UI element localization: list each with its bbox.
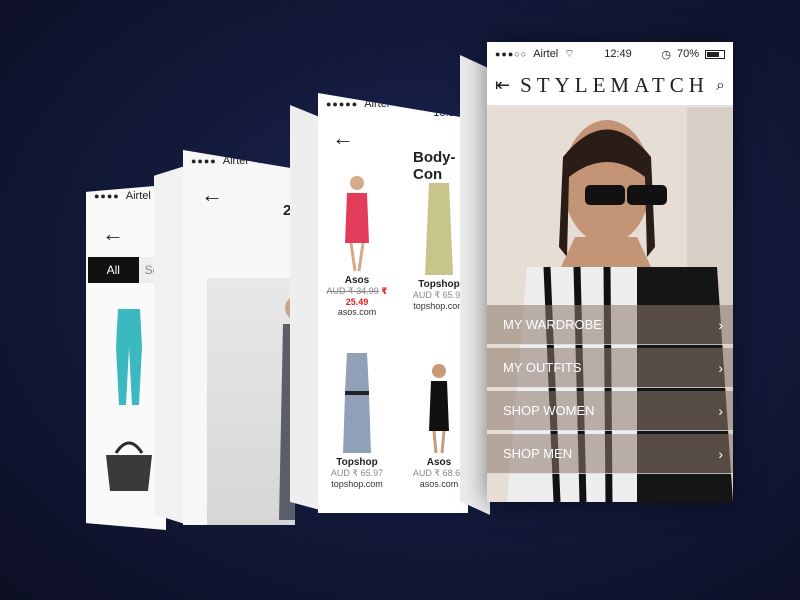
- chevron-right-icon: ›: [718, 445, 723, 462]
- page-title: Body-Con: [413, 149, 456, 183]
- menu-item-my-wardrobe[interactable]: MY WARDROBE ›: [487, 305, 733, 345]
- dress-image: [345, 176, 369, 272]
- old-price: AUD ₹ 34.99: [326, 286, 379, 296]
- product-name: Asos: [426, 457, 452, 468]
- menu-item-shop-women[interactable]: SHOP WOMEN ›: [487, 391, 733, 431]
- showcase-stage: ●●●● Airtel ← All Sea ●●●● Airtel ⌔ 12:5…: [0, 0, 800, 600]
- clock: 12:49: [604, 48, 632, 60]
- status-bar: ●●●●● Airtel ⌔ 13:11: [318, 93, 468, 119]
- logout-icon[interactable]: ⇤: [495, 75, 510, 96]
- clock: 12:5: [270, 155, 292, 167]
- tab-all[interactable]: All: [88, 257, 139, 283]
- store-name: asos.com: [419, 479, 459, 489]
- product-name: Topshop: [336, 457, 378, 468]
- battery-level: 70%: [676, 48, 699, 60]
- alarm-icon: ◷: [661, 48, 671, 61]
- carrier-label: Airtel: [125, 190, 151, 202]
- handbag-image[interactable]: [102, 433, 156, 493]
- product-name: Topshop: [418, 279, 460, 290]
- screen-home: ●●●○○ Airtel ⌔ 12:49 ◷ 70% ⇤ STYLEMATCH …: [487, 42, 733, 502]
- screen-sheet-2: [290, 105, 320, 510]
- status-bar: ●●●● Airtel ⌔ 12:5: [183, 150, 295, 172]
- dress-image: [343, 353, 371, 453]
- chevron-right-icon: ›: [718, 402, 723, 419]
- product-card[interactable]: Asos AUD ₹ 34.99 ₹ 25.49 asos.com: [320, 173, 394, 317]
- search-icon[interactable]: ⌕: [716, 77, 725, 95]
- product-card[interactable]: Topshop AUD ₹ 65.97 topshop.com: [402, 181, 468, 311]
- menu-item-my-outfits[interactable]: MY OUTFITS ›: [487, 348, 733, 388]
- signal-dots-icon: ●●●○○: [495, 49, 528, 59]
- wifi-icon: ⌔: [395, 98, 406, 110]
- carrier-label: Airtel: [222, 155, 248, 167]
- carrier-label: Airtel: [533, 48, 559, 60]
- menu-label: MY WARDROBE: [503, 317, 602, 332]
- menu-label: SHOP MEN: [503, 446, 573, 461]
- clock: 13:11: [433, 107, 460, 119]
- signal-dots-icon: ●●●●●: [326, 99, 359, 109]
- menu-label: MY OUTFITS: [503, 360, 582, 375]
- store-name: topshop.com: [331, 479, 383, 489]
- menu-item-shop-men[interactable]: SHOP MEN ›: [487, 434, 733, 474]
- signal-dots-icon: ●●●●: [94, 191, 120, 201]
- store-name: asos.com: [337, 307, 377, 317]
- header-bar: ⇤ STYLEMATCH ⌕: [487, 66, 733, 106]
- product-price: AUD ₹ 65.97: [412, 290, 466, 300]
- status-bar: ●●●○○ Airtel ⌔ 12:49 ◷ 70%: [487, 42, 733, 66]
- screen-sheet-1: [154, 165, 188, 525]
- back-arrow-icon[interactable]: ←: [201, 182, 223, 208]
- screen-detail: ●●●● Airtel ⌔ 12:5 ← 2ND: [183, 150, 295, 525]
- back-arrow-icon[interactable]: ←: [332, 125, 354, 151]
- menu-label: SHOP WOMEN: [503, 403, 595, 418]
- wifi-icon: ⌔: [253, 155, 265, 167]
- store-name: topshop.com: [413, 301, 465, 311]
- wifi-icon: ⌔: [564, 48, 575, 60]
- product-card[interactable]: Topshop AUD ₹ 65.97 topshop.com: [320, 351, 394, 489]
- battery-icon: [704, 49, 725, 59]
- back-arrow-icon[interactable]: ←: [102, 221, 124, 247]
- jeans-image[interactable]: [112, 307, 146, 407]
- chevron-right-icon: ›: [718, 359, 723, 376]
- chevron-right-icon: ›: [718, 316, 723, 333]
- screen-bodycon: ●●●●● Airtel ⌔ 13:11 ← Body-Con Asos AUD…: [318, 93, 468, 513]
- product-card[interactable]: Asos AUD ₹ 68.63 asos.com: [402, 361, 468, 489]
- brand-logo: STYLEMATCH: [520, 73, 709, 97]
- dress-image: [429, 364, 449, 454]
- screen-sheet-3: [460, 55, 490, 515]
- dress-image: [425, 183, 453, 275]
- carrier-label: Airtel: [364, 98, 390, 110]
- product-price: AUD ₹ 68.63: [412, 468, 466, 478]
- signal-dots-icon: ●●●●: [191, 156, 217, 166]
- product-name: Asos: [344, 275, 370, 286]
- product-price: AUD ₹ 65.97: [330, 468, 384, 478]
